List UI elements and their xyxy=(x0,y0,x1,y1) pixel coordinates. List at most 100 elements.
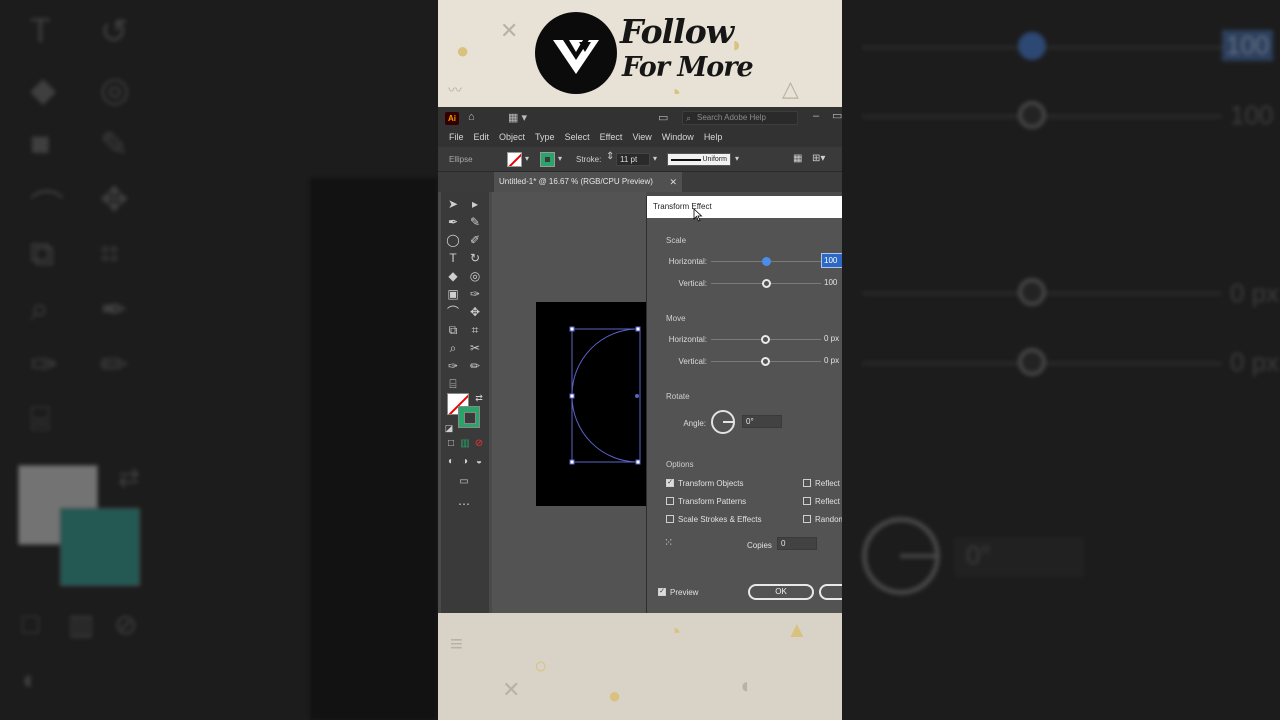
dialog-title[interactable]: Transform Effect xyxy=(647,196,842,218)
align-icon[interactable]: ▦ xyxy=(793,153,802,164)
transform-icon[interactable]: ⊞▾ xyxy=(812,153,825,164)
artboard-tool-icon[interactable]: ⌗ xyxy=(467,322,483,338)
preview-checkbox[interactable]: ✓ xyxy=(658,588,666,596)
swap-fill-stroke-icon[interactable]: ⇄ xyxy=(471,390,487,406)
random-checkbox[interactable] xyxy=(803,515,811,523)
circle-shape-icon: ● xyxy=(608,683,622,708)
menu-help[interactable]: Help xyxy=(699,129,728,147)
scale-vertical-slider[interactable] xyxy=(711,279,821,288)
arrange-documents-icon[interactable]: ▭ xyxy=(658,111,668,124)
screen-mode-icon[interactable]: ▭ xyxy=(456,474,472,490)
workspace-switcher-icon[interactable]: ▦ ▾ xyxy=(508,111,527,124)
minimize-icon[interactable]: – xyxy=(813,110,819,122)
home-icon[interactable]: ⌂ xyxy=(468,111,475,123)
draw-inside-icon[interactable]: ◒ xyxy=(471,454,487,470)
measure-tool-icon[interactable]: ✑ xyxy=(445,358,461,374)
eraser-tool-icon[interactable]: ◆ xyxy=(445,268,461,284)
paintbrush-tool-icon[interactable]: ✐ xyxy=(467,232,483,248)
ok-button[interactable]: OK xyxy=(748,584,814,600)
move-horizontal-slider[interactable] xyxy=(711,335,821,344)
scale-horizontal-field[interactable]: 100 xyxy=(821,253,842,268)
curvature-tool-icon[interactable]: ✎ xyxy=(467,214,483,230)
chevron-down-icon[interactable]: ▾ xyxy=(558,154,562,163)
none-mode-icon[interactable]: ⊘ xyxy=(471,436,487,452)
menu-object[interactable]: Object xyxy=(494,129,530,147)
selection-tool-icon[interactable]: ➤ xyxy=(445,196,461,212)
half-circle-icon: ◖ xyxy=(738,673,752,698)
angle-dial[interactable] xyxy=(711,410,735,434)
stepper-icon[interactable]: ⇕ xyxy=(606,151,614,162)
scale-strokes-checkbox[interactable] xyxy=(666,515,674,523)
chevron-down-icon[interactable]: ▾ xyxy=(653,154,657,163)
cancel-button[interactable] xyxy=(819,584,842,600)
warp-tool-icon[interactable]: ◎ xyxy=(467,268,483,284)
stroke-indicator[interactable] xyxy=(458,406,480,428)
scale-horizontal-knob[interactable] xyxy=(761,257,771,266)
follow-banner: ✕ ● ◗ △ ◔ 〰 Follow For More xyxy=(438,0,842,107)
scale-vertical-knob[interactable] xyxy=(761,279,771,288)
transform-objects-checkbox[interactable]: ✓ xyxy=(666,479,674,487)
maximize-icon[interactable]: ▭ xyxy=(832,109,842,122)
angle-field[interactable]: 0° xyxy=(742,415,782,428)
default-colors-icon[interactable]: ◪ xyxy=(441,420,457,436)
chevron-down-icon[interactable]: ▾ xyxy=(525,154,529,163)
symbol-tool-icon: ⌸ xyxy=(30,400,51,438)
pencil-tool-icon[interactable]: ✏ xyxy=(467,358,483,374)
ellipse-tool-icon[interactable]: ◯ xyxy=(445,232,461,248)
search-input[interactable]: ⌕ Search Adobe Help xyxy=(682,111,798,125)
pen-tool-icon[interactable]: ✒ xyxy=(445,214,461,230)
move-vertical-knob[interactable] xyxy=(761,357,770,366)
scale-vertical-field[interactable]: 100 xyxy=(822,276,842,289)
symbol-sprayer-icon[interactable]: ⌸ xyxy=(445,376,461,392)
bg-dial-needle xyxy=(900,554,940,558)
menu-view[interactable]: View xyxy=(627,129,656,147)
eyedropper-tool-icon[interactable]: ✑ xyxy=(467,286,483,302)
close-icon[interactable]: ✕ xyxy=(669,172,677,192)
title-bar: Ai ⌂ ▦ ▾ ▭ ⌕ Search Adobe Help – ▭ xyxy=(438,107,842,129)
menu-edit[interactable]: Edit xyxy=(469,129,495,147)
stroke-color-swatch[interactable] xyxy=(540,152,555,167)
scale-horizontal-slider[interactable] xyxy=(711,257,821,266)
canvas-workspace[interactable] xyxy=(492,192,646,613)
more-tools-icon[interactable]: ⋯ xyxy=(456,496,472,512)
bg-value: 100 xyxy=(1222,30,1274,61)
copies-field[interactable]: 0 xyxy=(777,537,817,550)
menu-select[interactable]: Select xyxy=(560,129,595,147)
fill-color-swatch[interactable] xyxy=(507,152,522,167)
gradient-tool-icon[interactable]: ▣ xyxy=(445,286,461,302)
scissors-tool-icon[interactable]: ✂ xyxy=(467,340,483,356)
eyedropper-icon: ✑ xyxy=(30,346,59,384)
direct-selection-tool-icon[interactable]: ▸ xyxy=(467,196,483,212)
menu-type[interactable]: Type xyxy=(530,129,560,147)
reference-point-icon[interactable]: ⁙ xyxy=(664,536,673,549)
stroke-profile-select[interactable]: Uniform xyxy=(667,153,731,166)
move-horizontal-field[interactable]: 0 px xyxy=(822,332,842,345)
rotate-section-label: Rotate xyxy=(666,392,690,401)
move-vertical-slider[interactable] xyxy=(711,357,821,366)
bg-slider-knob xyxy=(1018,101,1046,129)
arc-tool-icon[interactable]: ⌒ xyxy=(445,304,461,320)
reflect-x-checkbox[interactable] xyxy=(803,479,811,487)
move-vertical-field[interactable]: 0 px xyxy=(822,354,842,367)
stroke-label: Stroke: xyxy=(576,155,602,164)
triangle-shape-icon: ▲ xyxy=(786,617,808,642)
reflect-y-checkbox[interactable] xyxy=(803,497,811,505)
menu-window[interactable]: Window xyxy=(657,129,699,147)
type-tool-icon[interactable]: T xyxy=(445,250,461,266)
transform-patterns-label: Transform Patterns xyxy=(678,497,747,506)
stroke-weight-field[interactable]: 11 pt xyxy=(616,153,650,166)
menu-effect[interactable]: Effect xyxy=(595,129,628,147)
move-horizontal-knob[interactable] xyxy=(761,335,770,344)
copies-label: Copies xyxy=(747,541,772,550)
transform-patterns-checkbox[interactable] xyxy=(666,497,674,505)
artboard[interactable] xyxy=(536,302,646,506)
rotate-tool-icon[interactable]: ↻ xyxy=(467,250,483,266)
menu-file[interactable]: File xyxy=(444,129,469,147)
document-tab[interactable]: Untitled-1* @ 16.67 % (RGB/CPU Preview) … xyxy=(494,172,682,192)
chevron-down-icon[interactable]: ▾ xyxy=(735,154,739,163)
shape-builder-icon[interactable]: ⧉ xyxy=(445,322,461,338)
half-circle-shape[interactable] xyxy=(536,302,646,506)
none-mode-icon: ⊘ xyxy=(114,609,138,640)
puppet-warp-icon[interactable]: ✥ xyxy=(467,304,483,320)
zoom-tool-icon[interactable]: ⌕ xyxy=(445,340,461,356)
